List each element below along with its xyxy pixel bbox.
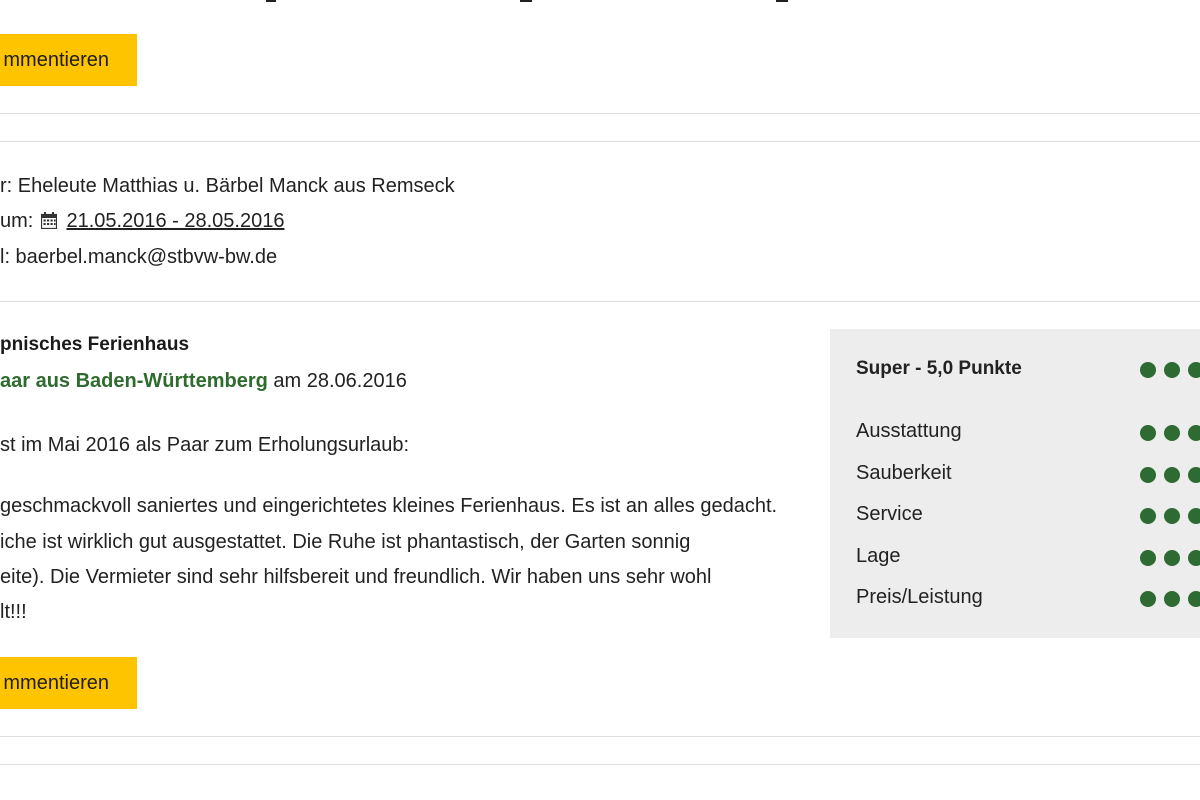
- rating-label: Preis/Leistung: [856, 586, 983, 608]
- rating-dot-icon: [1188, 508, 1200, 524]
- rating-dot-icon: [1164, 508, 1180, 524]
- rating-dot-icon: [1188, 550, 1200, 566]
- review-body-line: geschmackvoll saniertes und eingerichtet…: [0, 495, 778, 517]
- rating-label: Sauberkeit: [856, 462, 952, 484]
- rating-label: Lage: [856, 545, 901, 567]
- divider: [0, 736, 1200, 737]
- guest-line: r: Eheleute Matthias u. Bärbel Manck aus…: [0, 175, 455, 198]
- rating-dots: [1140, 590, 1200, 613]
- calendar-icon: [40, 212, 57, 229]
- rating-dot-icon: [1188, 362, 1200, 378]
- review-date: am 28.06.2016: [267, 370, 407, 392]
- review-author-link[interactable]: aar aus Baden-Württemberg: [0, 370, 268, 392]
- period-label: um:: [0, 210, 34, 232]
- rating-row-ausstattung: Ausstattung: [856, 420, 1200, 443]
- divider: [0, 301, 1200, 302]
- rating-dot-icon: [1140, 362, 1156, 378]
- rating-row-lage: Lage: [856, 545, 1200, 568]
- review-body-line: eite). Die Vermieter sind sehr hilfsbere…: [0, 566, 712, 588]
- rating-dot-icon: [1164, 550, 1180, 566]
- review-author-line: aar aus Baden-Württemberg am 28.06.2016: [0, 370, 407, 393]
- comment-button-review[interactable]: mmentieren: [0, 657, 137, 709]
- rating-dots: [1140, 424, 1200, 447]
- rating-dot-icon: [1140, 550, 1156, 566]
- guest-text: r: Eheleute Matthias u. Bärbel Manck aus…: [0, 175, 455, 197]
- rating-dot-icon: [1188, 591, 1200, 607]
- divider: [0, 113, 1200, 114]
- travel-period-link[interactable]: 21.05.2016 - 28.05.2016: [66, 210, 284, 232]
- rating-row-preis-leistung: Preis/Leistung: [856, 586, 1200, 609]
- review-body-line: iche ist wirklich gut ausgestattet. Die …: [0, 531, 691, 553]
- review-title: pnisches Ferienhaus: [0, 334, 190, 355]
- rating-overall-label: Super - 5,0 Punkte: [856, 358, 1022, 379]
- rating-dot-icon: [1140, 425, 1156, 441]
- rating-dot-icon: [1140, 467, 1156, 483]
- rating-dot-icon: [1164, 591, 1180, 607]
- period-line: um: 21.05.2016 - 28.05.2016: [0, 210, 284, 233]
- review-page: mmentieren r: Eheleute Matthias u. Bärbe…: [0, 0, 1200, 800]
- rating-dots: [1140, 362, 1200, 384]
- rating-dot-icon: [1140, 508, 1156, 524]
- review-body-line: lt!!!: [0, 601, 27, 623]
- rating-dots: [1140, 466, 1200, 489]
- rating-dot-icon: [1140, 591, 1156, 607]
- rating-row-sauberkeit: Sauberkeit: [856, 462, 1200, 485]
- rating-dot-icon: [1164, 467, 1180, 483]
- divider: [0, 141, 1200, 142]
- rating-dot-icon: [1164, 362, 1180, 378]
- divider: [0, 764, 1200, 765]
- rating-overall: Super - 5,0 Punkte: [856, 358, 1200, 380]
- rating-box: Super - 5,0 Punkte Ausstattung Sauberkei…: [830, 329, 1200, 638]
- rating-label: Service: [856, 503, 923, 525]
- comment-button-top[interactable]: mmentieren: [0, 34, 137, 86]
- rating-dot-icon: [1188, 467, 1200, 483]
- rating-row-service: Service: [856, 503, 1200, 526]
- rating-dots: [1140, 507, 1200, 530]
- rating-dot-icon: [1188, 425, 1200, 441]
- rating-dots: [1140, 549, 1200, 572]
- rating-label: Ausstattung: [856, 420, 962, 442]
- cut-off-heading: [0, 0, 1200, 6]
- email-text: l: baerbel.manck@stbvw-bw.de: [0, 246, 278, 268]
- email-line: l: baerbel.manck@stbvw-bw.de: [0, 246, 277, 269]
- rating-dot-icon: [1164, 425, 1180, 441]
- review-trip-line: st im Mai 2016 als Paar zum Erholungsurl…: [0, 434, 410, 456]
